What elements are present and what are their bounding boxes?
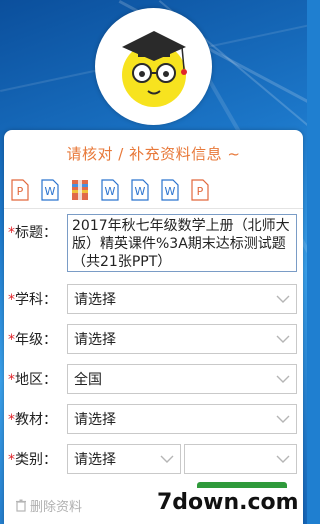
scholar-avatar-icon [121,30,187,107]
page-title: 请核对 / 补充资料信息 ~ [66,145,241,163]
submit-button[interactable] [197,482,287,488]
svg-text:P: P [17,185,24,198]
title-label: *标题： [8,225,57,241]
chevron-down-icon [160,455,174,463]
chevron-down-icon [276,455,290,463]
grade-value: 请选择 [74,332,116,348]
trash-icon [16,499,26,512]
delete-button[interactable]: 删除资料 [15,496,82,515]
subject-row: *学科： 请选择 [8,284,297,314]
grade-row: *年级： 请选择 [8,324,297,354]
ppt-icon[interactable]: P [190,179,210,201]
avatar [95,8,212,125]
textbook-row: *教材： 请选择 [8,404,297,434]
word-icon[interactable]: W [100,179,120,201]
word-icon[interactable]: W [130,179,150,201]
delete-label: 删除资料 [30,500,83,515]
ppt-icon[interactable]: P [10,179,30,201]
title-input[interactable]: 2017年秋七年级数学上册（北师大版）精英课件%3A期末达标测试题 （共21张P… [67,214,297,272]
svg-text:P: P [197,185,204,198]
svg-text:W: W [45,185,56,198]
grade-select[interactable]: 请选择 [67,324,297,354]
subject-value: 请选择 [74,292,116,308]
subject-select[interactable]: 请选择 [67,284,297,314]
subject-label: *学科： [8,292,57,308]
chevron-down-icon [276,415,290,423]
chevron-down-icon [276,295,290,303]
textbook-label: *教材： [8,412,57,428]
category-row: *类别： 请选择 [8,444,297,474]
svg-text:W: W [105,185,116,198]
watermark: 7down.com [157,490,299,515]
chevron-down-icon [276,335,290,343]
svg-text:W: W [165,185,176,198]
title-row: *标题： [8,222,66,242]
region-select[interactable]: 全国 [67,364,297,394]
subcategory-select[interactable] [184,444,297,474]
region-label: *地区： [8,372,57,388]
divider [4,208,303,209]
word-icon[interactable]: W [40,179,60,201]
category-select[interactable]: 请选择 [67,444,181,474]
chevron-down-icon [276,375,290,383]
file-type-list: P W W W W P [10,179,210,201]
svg-text:W: W [135,185,146,198]
textbook-value: 请选择 [74,412,116,428]
category-label: *类别： [8,452,57,468]
grade-label: *年级： [8,332,57,348]
textbook-select[interactable]: 请选择 [67,404,297,434]
archive-icon[interactable] [70,179,90,201]
word-icon[interactable]: W [160,179,180,201]
region-value: 全国 [74,372,102,388]
category-value: 请选择 [74,452,116,468]
region-row: *地区： 全国 [8,364,297,394]
